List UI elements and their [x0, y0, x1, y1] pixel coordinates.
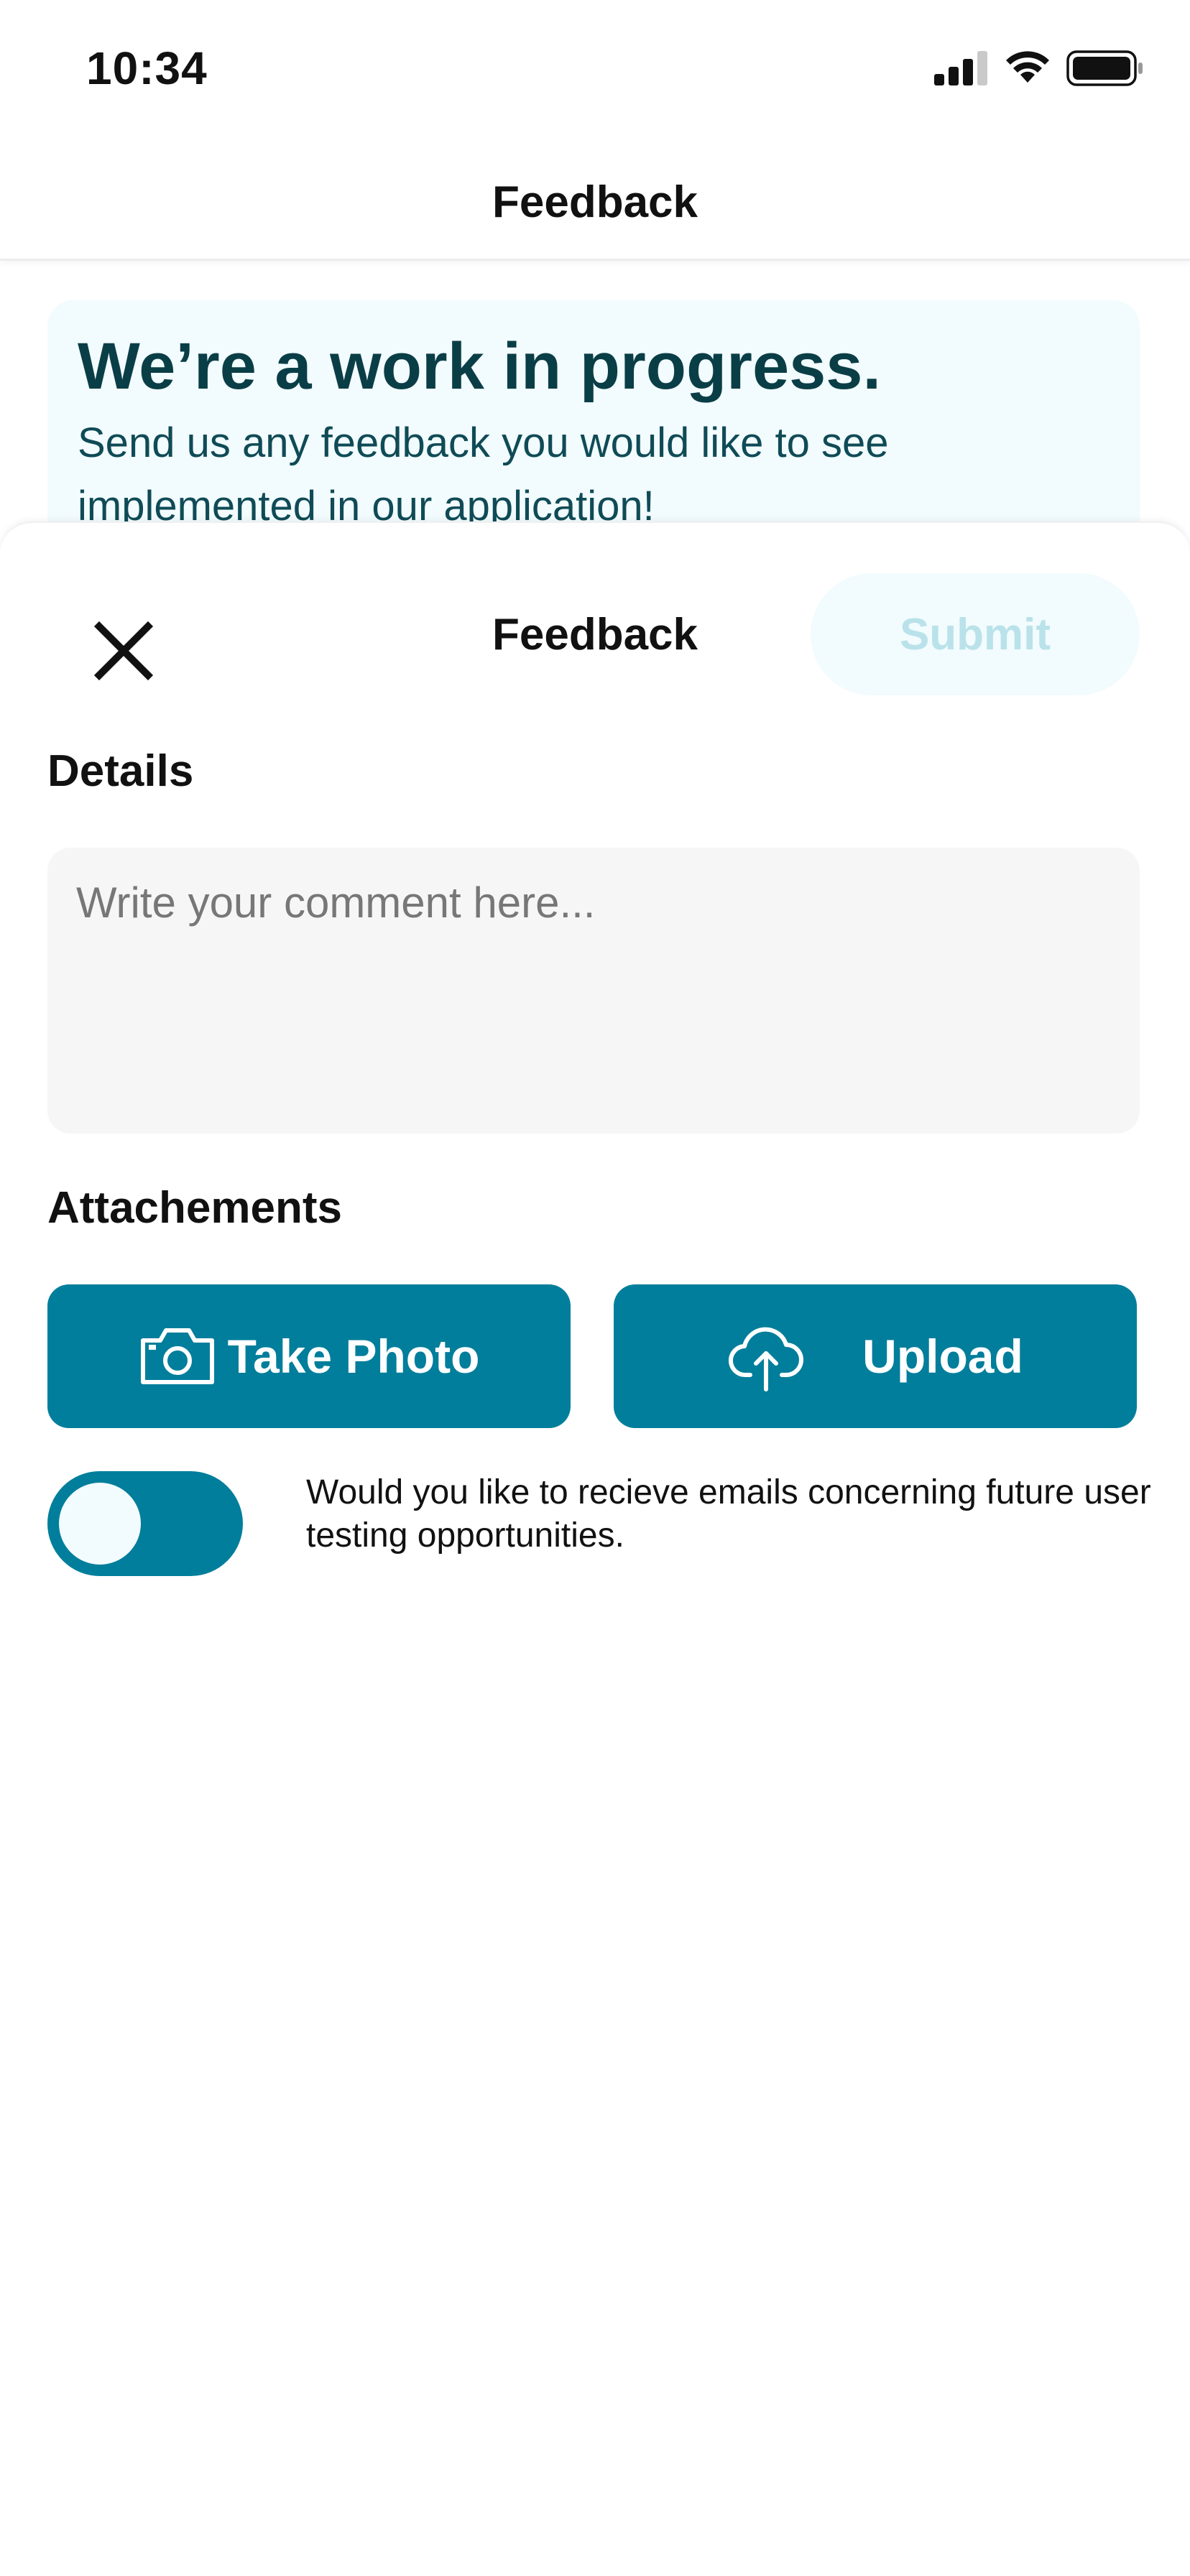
- status-bar: 10:34: [0, 0, 1190, 136]
- wifi-icon: [1005, 51, 1051, 89]
- top-nav-bar: Feedback: [0, 136, 1190, 261]
- feedback-sheet: Feedback Submit Details Attachements Tak…: [0, 522, 1190, 2576]
- banner-body: Send us any feedback you would like to s…: [78, 420, 889, 529]
- submit-button[interactable]: Submit: [811, 573, 1140, 695]
- cloud-upload-icon: [727, 1320, 805, 1392]
- battery-icon: [1066, 50, 1144, 90]
- status-time: 10:34: [86, 42, 208, 94]
- status-icons: [934, 50, 1144, 90]
- take-photo-button[interactable]: Take Photo: [47, 1284, 571, 1428]
- upload-label: Upload: [862, 1330, 1023, 1383]
- details-label: Details: [47, 746, 194, 796]
- camera-icon: [139, 1326, 216, 1386]
- close-button[interactable]: [80, 609, 167, 695]
- take-photo-label: Take Photo: [227, 1330, 480, 1383]
- upload-button[interactable]: Upload: [614, 1284, 1137, 1428]
- cellular-signal-icon: [934, 51, 989, 89]
- page-title: Feedback: [492, 177, 698, 227]
- comment-input[interactable]: [47, 848, 1140, 1134]
- email-opt-in-toggle[interactable]: [47, 1471, 243, 1576]
- toggle-knob: [59, 1483, 141, 1565]
- attachments-label: Attachements: [47, 1183, 342, 1233]
- email-opt-in-label: Would you like to recieve emails concern…: [306, 1473, 1151, 1555]
- banner-title: We’re a work in progress.: [78, 330, 882, 403]
- close-icon: [93, 621, 154, 685]
